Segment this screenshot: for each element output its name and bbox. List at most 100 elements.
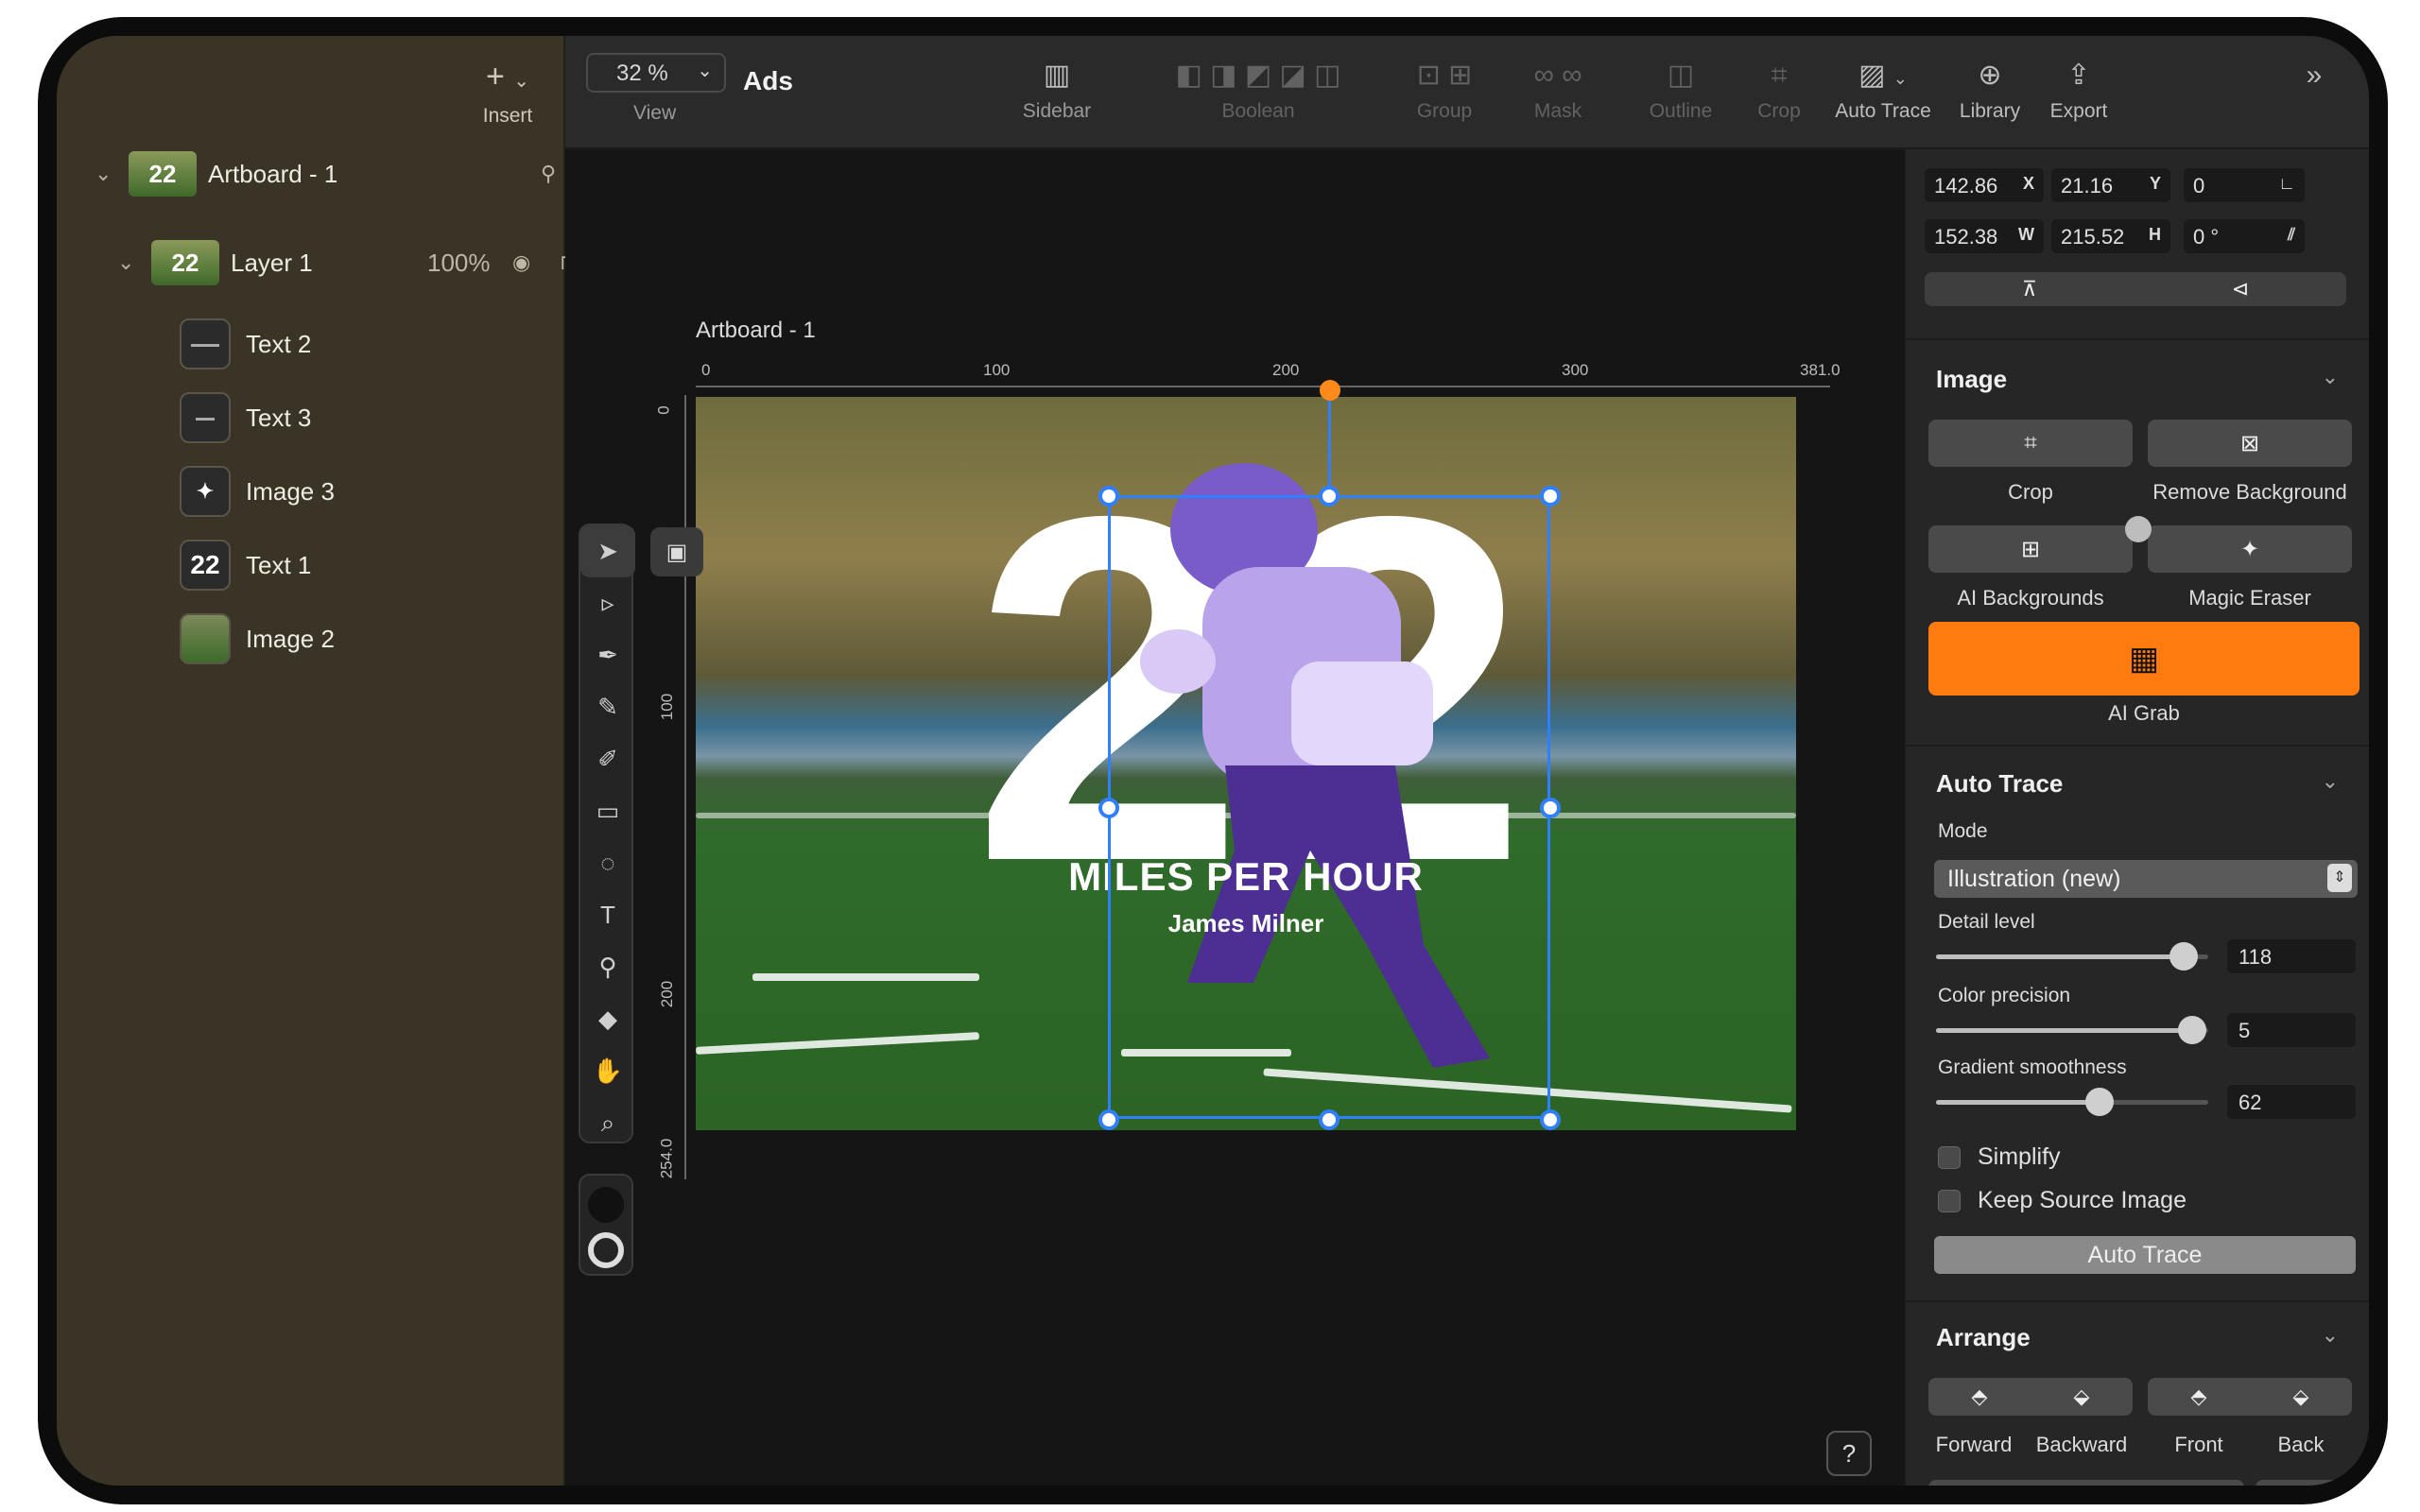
chevron-down-icon[interactable]: ⌄ bbox=[2322, 365, 2339, 389]
slider-knob[interactable] bbox=[2177, 1016, 2206, 1044]
rotation-field[interactable]: 0 ° ⫽ bbox=[2184, 219, 2305, 253]
auto-trace-button[interactable]: Auto Trace bbox=[1934, 1236, 2356, 1274]
brush-tool-icon[interactable]: ✐ bbox=[580, 733, 635, 785]
selection-box[interactable] bbox=[1108, 495, 1550, 1119]
send-to-back-icon[interactable]: ⬙ bbox=[2293, 1384, 2309, 1409]
layer-row-image-3[interactable]: ✦ Image 3 bbox=[180, 465, 335, 518]
detail-level-input[interactable]: 118 bbox=[2227, 939, 2356, 973]
height-field[interactable]: 215.52 H bbox=[2051, 219, 2170, 253]
send-backward-icon[interactable]: ⬙ bbox=[2074, 1384, 2090, 1409]
help-button[interactable]: ? bbox=[1826, 1431, 1872, 1476]
slider-knob[interactable] bbox=[2169, 942, 2199, 971]
more-button[interactable]: » bbox=[2295, 59, 2333, 93]
eraser-tool-icon[interactable]: ◆ bbox=[580, 993, 635, 1045]
canvas[interactable]: Artboard - 1 0 100 200 300 381.0 0 100 2… bbox=[565, 149, 1904, 1486]
layer-row-image-2[interactable]: Image 2 bbox=[180, 612, 335, 665]
resize-handle[interactable] bbox=[1098, 486, 1119, 507]
ai-grab-button[interactable]: ▦ bbox=[1928, 622, 2360, 696]
direct-select-tool-icon[interactable]: ▹ bbox=[580, 577, 635, 629]
bring-to-front-icon[interactable]: ⬘ bbox=[2191, 1384, 2207, 1409]
checkbox-box[interactable] bbox=[1938, 1145, 1961, 1169]
lasso-tool-icon[interactable]: ◌ bbox=[580, 837, 635, 889]
slider-knob[interactable] bbox=[2084, 1088, 2114, 1116]
color-well bbox=[579, 1174, 633, 1276]
pen-tool-icon[interactable]: ✒ bbox=[580, 629, 635, 681]
gradient-smoothness-input[interactable]: 62 bbox=[2227, 1085, 2356, 1119]
resize-handle[interactable] bbox=[1319, 486, 1340, 507]
insert-button[interactable]: + ⌄ Insert bbox=[465, 60, 550, 128]
ruler-tick: 0 bbox=[701, 361, 711, 379]
resize-handle[interactable] bbox=[1540, 798, 1561, 818]
knife-tool-icon[interactable]: ⚲ bbox=[580, 941, 635, 993]
layer-row-artboard[interactable]: ⌄ 22 Artboard - 1 ⚲ bbox=[95, 147, 556, 200]
fill-color-swatch[interactable] bbox=[588, 1187, 624, 1223]
layer-row-layer-1[interactable]: ⌄ 22 Layer 1 100% ◉ ⊓ bbox=[117, 236, 576, 289]
color-precision-label: Color precision bbox=[1938, 985, 2071, 1006]
crop-button[interactable]: ⌗ bbox=[1928, 420, 2133, 467]
stroke-color-swatch[interactable] bbox=[588, 1232, 624, 1268]
forward-backward-group: ⬘ ⬙ bbox=[1928, 1378, 2133, 1416]
layer-row-text-3[interactable]: ▬▬ Text 3 bbox=[180, 391, 311, 444]
artboard-label[interactable]: Artboard - 1 bbox=[696, 318, 816, 344]
rotation-line bbox=[1328, 399, 1331, 497]
checkbox-box[interactable] bbox=[1938, 1189, 1961, 1212]
bring-forward-icon[interactable]: ⬘ bbox=[1972, 1384, 1988, 1409]
arrange-title: Arrange bbox=[1936, 1323, 2031, 1351]
field-line bbox=[752, 973, 979, 981]
library-button[interactable]: ⊕ Library bbox=[1947, 59, 2032, 123]
image-action-icon[interactable]: ▣ bbox=[650, 527, 703, 576]
resize-handle[interactable] bbox=[1098, 1109, 1119, 1130]
flip-horizontal-icon[interactable]: ⊲ bbox=[2232, 277, 2249, 301]
resize-handle[interactable] bbox=[1098, 798, 1119, 818]
width-field[interactable]: 152.38 W bbox=[1925, 219, 2044, 253]
layer-row-text-1[interactable]: 22 Text 1 bbox=[180, 539, 311, 592]
x-field[interactable]: 142.86 X bbox=[1925, 168, 2044, 202]
text-tool-icon[interactable]: T bbox=[580, 889, 635, 941]
export-button[interactable]: ⇪ Export bbox=[2036, 59, 2121, 123]
w-label: W bbox=[2018, 225, 2034, 244]
rectangle-tool-icon[interactable]: ▭ bbox=[580, 785, 635, 837]
layer-item-label: Text 3 bbox=[246, 403, 312, 432]
color-precision-slider[interactable] bbox=[1936, 1016, 2208, 1044]
boolean-button[interactable]: ◧ ◨ ◩ ◪ ◫ Boolean bbox=[1140, 59, 1376, 123]
layer-opacity[interactable]: 100% bbox=[427, 249, 491, 278]
crop-toolbar-button[interactable]: ⌗ Crop bbox=[1741, 59, 1817, 123]
resize-handle[interactable] bbox=[1319, 1109, 1340, 1130]
sidebar-button[interactable]: ▥ Sidebar bbox=[1010, 59, 1104, 123]
simplify-checkbox[interactable]: Simplify bbox=[1938, 1143, 2061, 1171]
vertical-ruler: 0 100 200 254.0 bbox=[655, 395, 686, 1179]
color-precision-input[interactable]: 5 bbox=[2227, 1013, 2356, 1047]
hand-tool-icon[interactable]: ✋ bbox=[580, 1045, 635, 1097]
artboard-name: Artboard - 1 bbox=[208, 159, 338, 188]
y-field[interactable]: 21.16 Y bbox=[2051, 168, 2170, 202]
remove-background-button[interactable]: ⊠ bbox=[2148, 420, 2352, 467]
gradient-smoothness-slider[interactable] bbox=[1936, 1088, 2208, 1116]
resize-handle[interactable] bbox=[1540, 1109, 1561, 1130]
resize-handle[interactable] bbox=[1540, 486, 1561, 507]
select-tool-icon[interactable]: ➤ bbox=[580, 525, 635, 577]
pencil-tool-icon[interactable]: ✎ bbox=[580, 681, 635, 733]
magic-eraser-button[interactable]: ✦ bbox=[2148, 525, 2352, 573]
auto-trace-toolbar-button[interactable]: ▨ ⌄ Auto Trace bbox=[1826, 59, 1940, 123]
detail-level-slider[interactable] bbox=[1936, 942, 2208, 971]
chevron-down-icon[interactable]: ⌄ bbox=[95, 162, 117, 186]
group-button[interactable]: ⊡ ⊞ Group bbox=[1397, 59, 1492, 123]
outline-button[interactable]: ◫ Outline bbox=[1634, 59, 1728, 123]
chevron-down-icon[interactable]: ⌄ bbox=[2322, 769, 2339, 794]
ai-backgrounds-button[interactable]: ⊞ bbox=[1928, 525, 2133, 573]
layer-row-text-2[interactable]: ▬▬▬ Text 2 bbox=[180, 318, 311, 370]
cursor-indicator bbox=[2125, 516, 2152, 542]
eye-icon[interactable]: ◉ bbox=[512, 250, 530, 275]
zoom-select[interactable]: 32 % ⌄ bbox=[586, 53, 726, 93]
mode-select[interactable]: Illustration (new) ⇕ bbox=[1934, 860, 2358, 898]
lock-icon[interactable]: ⚲ bbox=[541, 162, 556, 186]
keep-source-checkbox[interactable]: Keep Source Image bbox=[1938, 1187, 2187, 1214]
chevron-down-icon[interactable]: ⌄ bbox=[2322, 1323, 2339, 1348]
chevron-down-icon[interactable]: ⌄ bbox=[117, 250, 140, 275]
flip-vertical-icon[interactable]: ⊼ bbox=[2022, 277, 2037, 301]
angle-field[interactable]: 0 ∟ bbox=[2184, 168, 2305, 202]
text-thumb-icon: ▬▬▬ bbox=[180, 318, 231, 369]
rotation-handle[interactable] bbox=[1320, 380, 1340, 401]
mask-button[interactable]: ∞ ∞ Mask bbox=[1511, 59, 1605, 123]
zoom-tool-icon[interactable]: ⌕ bbox=[580, 1097, 635, 1149]
